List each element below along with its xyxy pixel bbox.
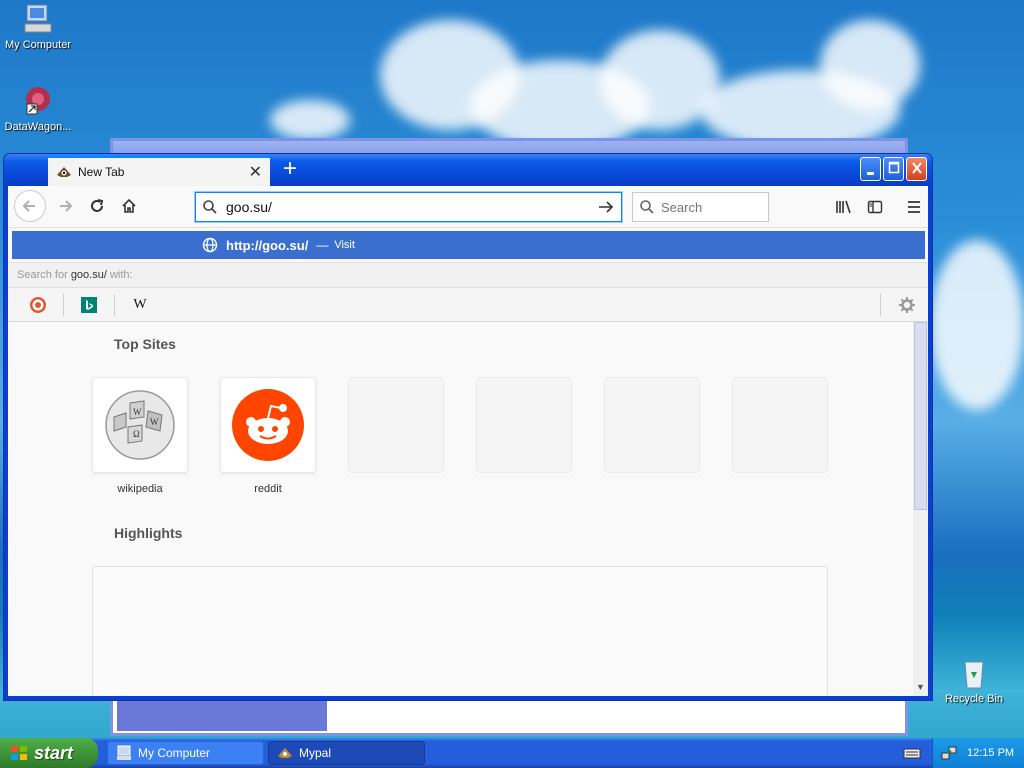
- url-suggestion-row[interactable]: http://goo.su/ — Visit: [12, 231, 925, 259]
- tab-label: New Tab: [78, 165, 125, 179]
- gear-icon: [899, 297, 915, 313]
- computer-icon: [24, 4, 52, 33]
- tab-close-icon[interactable]: ✕: [249, 162, 262, 182]
- search-icon: [203, 200, 217, 214]
- maximize-button[interactable]: [883, 157, 904, 181]
- search-settings-button[interactable]: [896, 294, 918, 316]
- bing-icon: [81, 297, 97, 313]
- back-button[interactable]: [14, 190, 46, 222]
- reddit-icon: [232, 389, 304, 461]
- start-button[interactable]: start: [0, 738, 98, 768]
- back-arrow-icon: [22, 200, 35, 212]
- wikipedia-globe-icon: W Ω W: [105, 390, 175, 460]
- wikipedia-w-icon: W: [133, 297, 147, 312]
- top-site-tile-wikipedia[interactable]: W Ω W: [92, 377, 188, 473]
- network-icon[interactable]: [941, 745, 957, 761]
- page-scrollbar[interactable]: ▼: [913, 322, 928, 696]
- windows-flag-icon: [11, 746, 27, 760]
- browser-titlebar[interactable]: New Tab ✕ +: [4, 154, 932, 186]
- browser-content-area: http://goo.su/ — Visit Search for goo.su…: [8, 186, 928, 696]
- svg-text:W: W: [133, 407, 142, 417]
- system-tray: 12:15 PM: [932, 738, 1024, 768]
- globe-icon: [202, 237, 218, 253]
- reload-button[interactable]: [82, 191, 112, 221]
- taskbar-item-my-computer[interactable]: My Computer: [107, 741, 264, 765]
- search-for-row: Search for goo.su/ with:: [8, 262, 928, 288]
- home-button[interactable]: [114, 191, 144, 221]
- forward-arrow-icon: [60, 200, 73, 212]
- search-for-suffix: with:: [109, 269, 133, 281]
- taskbar-item-label: Mypal: [299, 746, 332, 760]
- suggestion-dash: —: [316, 238, 329, 252]
- hamburger-menu-icon: [908, 201, 920, 213]
- svg-text:Ω: Ω: [133, 429, 140, 439]
- url-input[interactable]: [226, 199, 597, 215]
- wikipedia-engine-button[interactable]: W: [129, 294, 151, 316]
- start-label: start: [34, 742, 74, 763]
- scroll-down-arrow-icon[interactable]: ▼: [914, 682, 927, 694]
- top-site-tile-reddit[interactable]: [220, 377, 316, 473]
- home-icon: [122, 198, 136, 213]
- maximize-icon: [888, 161, 899, 174]
- go-arrow-icon[interactable]: [597, 199, 615, 215]
- search-icon: [640, 200, 654, 214]
- svg-text:W: W: [150, 417, 159, 427]
- top-site-tile-empty: [476, 377, 572, 473]
- keyboard-icon[interactable]: [903, 745, 921, 761]
- desktop-icon-label: Recycle Bin: [944, 693, 1004, 705]
- top-sites-title: Top Sites: [114, 336, 176, 352]
- desktop-icon-datawagon[interactable]: DataWagon...: [0, 84, 76, 133]
- bing-engine-button[interactable]: [78, 294, 100, 316]
- tab-new-tab[interactable]: New Tab ✕: [48, 156, 270, 186]
- desktop-icon-recycle-bin[interactable]: Recycle Bin: [936, 656, 1012, 705]
- datawagon-icon: [26, 87, 50, 115]
- scrollbar-thumb[interactable]: [914, 322, 927, 510]
- reload-icon: [91, 199, 104, 212]
- sidebar-button[interactable]: [861, 193, 889, 221]
- search-bar[interactable]: [632, 192, 769, 222]
- search-for-prefix: Search for: [17, 269, 68, 281]
- new-tab-page: Top Sites W Ω W wikipedia reddit Highlig…: [8, 322, 928, 696]
- background-window-panel: [117, 701, 327, 731]
- sidebar-icon: [867, 200, 883, 214]
- search-engines-row: W: [8, 288, 928, 322]
- clock[interactable]: 12:15 PM: [967, 747, 1014, 759]
- new-tab-button[interactable]: +: [278, 157, 302, 182]
- top-site-tile-empty: [732, 377, 828, 473]
- navigation-toolbar: [8, 186, 928, 228]
- taskbar-item-mypal[interactable]: Mypal: [268, 741, 425, 765]
- duckduckgo-engine-button[interactable]: [27, 294, 49, 316]
- top-site-label: wikipedia: [117, 483, 163, 495]
- mypal-icon: [278, 748, 292, 758]
- suggestion-url: http://goo.su/: [226, 237, 309, 253]
- highlights-title: Highlights: [114, 525, 183, 541]
- close-icon: [911, 162, 922, 174]
- library-button[interactable]: [830, 193, 858, 221]
- close-button[interactable]: [906, 157, 927, 181]
- duckduckgo-icon: [30, 297, 46, 313]
- mypal-favicon-icon: [57, 167, 71, 177]
- taskbar: start My Computer Mypal 12:15 PM: [0, 738, 1024, 768]
- suggestion-action: Visit: [334, 239, 355, 251]
- browser-window[interactable]: New Tab ✕ + goo.su/ Search http://goo.su…: [4, 154, 932, 700]
- minimize-icon: [866, 172, 874, 175]
- search-for-query: goo.su/: [70, 269, 107, 281]
- desktop-icon-my-computer[interactable]: My Computer: [0, 2, 76, 51]
- top-site-tile-empty: [348, 377, 444, 473]
- library-icon: [836, 200, 851, 214]
- minimize-button[interactable]: [860, 157, 881, 181]
- recycle-bin-icon: [964, 661, 984, 689]
- top-site-label: reddit: [254, 483, 282, 495]
- top-site-tile-empty: [604, 377, 700, 473]
- forward-button[interactable]: [50, 191, 80, 221]
- taskbar-item-label: My Computer: [138, 746, 211, 760]
- computer-icon: [117, 745, 131, 760]
- url-bar[interactable]: [195, 192, 622, 222]
- highlights-card: [92, 566, 828, 696]
- search-input[interactable]: [661, 199, 762, 215]
- desktop-icon-label: My Computer: [4, 39, 72, 51]
- desktop-icon-label: DataWagon...: [4, 121, 72, 133]
- menu-button[interactable]: [900, 193, 928, 221]
